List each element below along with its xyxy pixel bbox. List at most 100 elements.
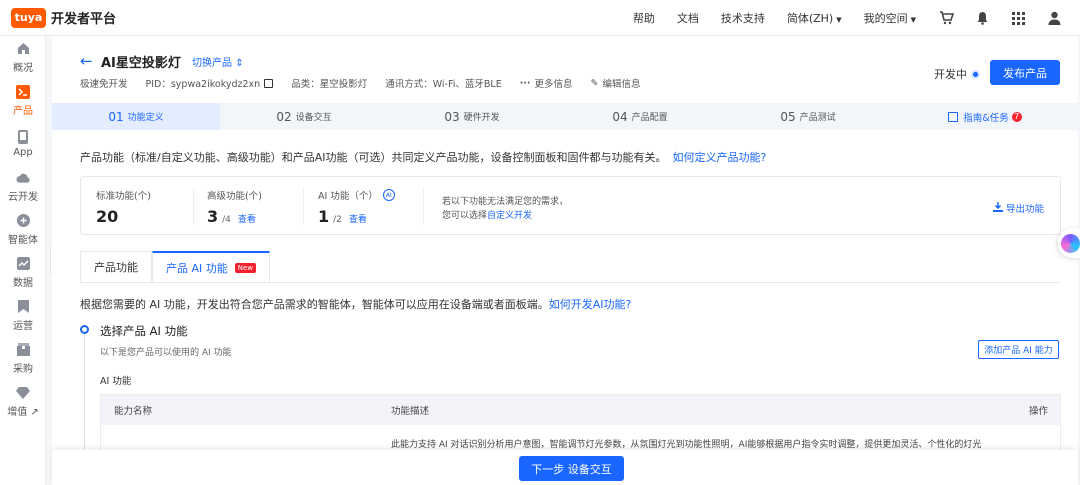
sidebar-item-product[interactable]: 产品 <box>0 79 46 122</box>
ai-function-label: AI 功能 <box>100 376 132 387</box>
tuya-logo: tuya <box>11 7 46 28</box>
step-function-definition[interactable]: 01 功能定义 <box>52 103 220 130</box>
tab-divider <box>80 282 1061 283</box>
ai-dev-link[interactable]: 如何开发AI功能? <box>549 298 632 311</box>
divider <box>423 189 424 225</box>
sidebar-item-overview[interactable]: 概况 <box>0 36 46 79</box>
top-bar: tuya 开发者平台 帮助 文档 技术支持 简体(ZH) ▼ 我的空间 ▼ <box>0 0 1080 36</box>
chart-icon <box>16 257 30 271</box>
brand-logo[interactable]: tuya 开发者平台 <box>11 7 117 28</box>
timeline-dot <box>80 325 89 334</box>
guide-icon <box>948 111 959 122</box>
tab-product-ai-functions[interactable]: 产品 AI 功能 New <box>152 251 271 282</box>
sidebar-item-label: 概况 <box>13 62 33 74</box>
phone-icon <box>16 129 30 144</box>
space-label: 我的空间 <box>863 12 908 25</box>
main-panel: ← AI星空投影灯 切换产品 ⇕ 极速免开发 PID：sypwa2ikokydz… <box>52 36 1078 485</box>
cloud-icon <box>16 171 30 185</box>
function-description: 此能力支持 AI 对话识别分析用户意图，智能调节灯光参数，从氛围灯光到功能性照明… <box>391 440 982 450</box>
box-icon <box>16 343 30 357</box>
sidebar-item-data[interactable]: 数据 <box>0 251 46 294</box>
tab-product-functions[interactable]: 产品功能 <box>80 251 152 282</box>
comm-method: 通讯方式：Wi-Fi、蓝牙BLE <box>385 79 502 90</box>
step-hardware-dev[interactable]: 03 硬件开发 <box>388 103 556 130</box>
sidebar-item-agent[interactable]: 智能体 <box>0 208 46 251</box>
column-header: 能力名称 <box>114 406 153 417</box>
more-info-link[interactable]: ··· 更多信息 <box>519 76 573 91</box>
next-step-button[interactable]: 下一步 设备交互 <box>519 456 624 481</box>
sidebar-item-app[interactable]: App <box>0 122 46 165</box>
help-link[interactable]: 帮助 <box>633 10 655 26</box>
table-header: 能力名称 功能描述 操作 <box>101 395 1060 425</box>
divider <box>193 189 194 225</box>
ai-count: 1 <box>318 207 330 226</box>
sidebar-item-label: 数据 <box>13 277 33 289</box>
standard-count: 20 <box>96 207 119 226</box>
bell-icon[interactable] <box>974 10 990 26</box>
new-badge: New <box>234 262 257 273</box>
user-icon[interactable] <box>1046 10 1062 26</box>
assistant-orb-icon <box>1061 233 1080 253</box>
publish-product-button[interactable]: 发布产品 <box>990 60 1060 85</box>
product-title: AI星空投影灯 <box>101 56 181 71</box>
sidebar-item-cloud-dev[interactable]: 云开发 <box>0 165 46 208</box>
function-tabs: 产品功能 产品 AI 功能 New <box>80 251 271 282</box>
edit-info-link[interactable]: ✎ 编辑信息 <box>590 76 641 91</box>
switch-product-dropdown[interactable]: 切换产品 ⇕ <box>192 54 244 69</box>
sidebar-item-label: 云开发 <box>8 191 38 203</box>
step-product-config[interactable]: 04 产品配置 <box>556 103 724 130</box>
ai-description: 根据您需要的 AI 功能，开发出符合您产品需求的智能体，智能体可以应用在设备端或… <box>80 298 632 311</box>
define-function-link[interactable]: 如何定义产品功能? <box>672 151 766 164</box>
step-device-interaction[interactable]: 02 设备交互 <box>220 103 388 130</box>
platform-name: 开发者平台 <box>51 12 117 27</box>
view-ai-link[interactable]: 查看 <box>349 212 367 225</box>
sidebar-item-label: 采购 <box>13 363 33 375</box>
apps-grid-icon[interactable] <box>1010 10 1026 26</box>
language-label: 简体(ZH) <box>786 12 834 25</box>
external-link-icon: ↗ <box>30 406 39 418</box>
column-header: 操作 <box>1028 406 1048 417</box>
caret-down-icon: ▼ <box>836 16 842 24</box>
ai-function-stat: AI 功能（个） AI 1/2 查看 <box>318 188 395 226</box>
function-stats-card: 标准功能(个) 20 高级功能(个) 3/4 查看 AI 功能（个） AI 1/2 查… <box>80 176 1061 235</box>
docs-link[interactable]: 文档 <box>677 10 699 26</box>
product-pid: PID：sypwa2ikokydz2xn <box>146 76 274 90</box>
view-advanced-link[interactable]: 查看 <box>238 212 256 225</box>
sort-caret-icon: ⇕ <box>235 58 244 69</box>
custom-dev-link[interactable]: 自定义开发 <box>487 211 532 221</box>
dev-status: 开发中 <box>934 66 978 82</box>
sidebar-item-label: App <box>13 146 33 158</box>
cart-icon[interactable] <box>938 10 954 26</box>
bookmark-icon <box>16 300 30 314</box>
back-arrow-icon[interactable]: ← <box>80 52 93 70</box>
section-subtitle: 以下是您产品可以使用的 AI 功能 <box>100 348 232 358</box>
task-count-badge: 7 <box>1011 111 1022 122</box>
pencil-icon: ✎ <box>590 77 599 89</box>
support-link[interactable]: 技术支持 <box>721 10 765 26</box>
export-function-button[interactable]: 导出功能 <box>993 201 1044 215</box>
ai-icon: AI <box>382 189 395 201</box>
more-dots-icon: ··· <box>519 77 531 89</box>
step-product-test[interactable]: 05 产品测试 <box>724 103 892 130</box>
intro-text: 产品功能（标准/自定义功能、高级功能）和产品AI功能（可选）共同定义产品功能，设… <box>80 151 767 164</box>
sidebar-item-value-added[interactable]: 增值 ↗ <box>0 380 46 423</box>
terminal-icon <box>16 84 30 99</box>
top-nav: 帮助 文档 技术支持 简体(ZH) ▼ 我的空间 ▼ <box>633 0 1080 36</box>
left-sidebar: 概况 产品 App 云开发 智能体 数据 运营 采购 增值 ↗ <box>0 36 46 485</box>
plus-circle-icon <box>16 214 30 228</box>
dev-mode: 极速免开发 <box>80 79 128 90</box>
ai-assistant-button[interactable] <box>1058 228 1080 258</box>
guide-tasks-link[interactable]: 指南&任务 7 <box>892 103 1078 130</box>
language-dropdown[interactable]: 简体(ZH) ▼ <box>787 10 842 26</box>
sidebar-item-label: 产品 <box>13 105 33 117</box>
section-title: 选择产品 AI 功能 <box>100 324 188 338</box>
add-ai-capability-button[interactable]: 添加产品 AI 能力 <box>978 340 1059 359</box>
advanced-function-stat: 高级功能(个) 3/4 查看 <box>207 191 262 226</box>
sidebar-item-operations[interactable]: 运营 <box>0 294 46 337</box>
copy-icon[interactable] <box>264 78 274 88</box>
custom-dev-note: 若以下功能无法满足您的需求， 您可以选择自定义开发 <box>442 197 569 221</box>
product-meta: 极速免开发 PID：sypwa2ikokydz2xn 品类：星空投影灯 通讯方式… <box>80 76 659 91</box>
space-dropdown[interactable]: 我的空间 ▼ <box>864 10 916 26</box>
advanced-count: 3 <box>207 207 219 226</box>
sidebar-item-purchase[interactable]: 采购 <box>0 337 46 380</box>
